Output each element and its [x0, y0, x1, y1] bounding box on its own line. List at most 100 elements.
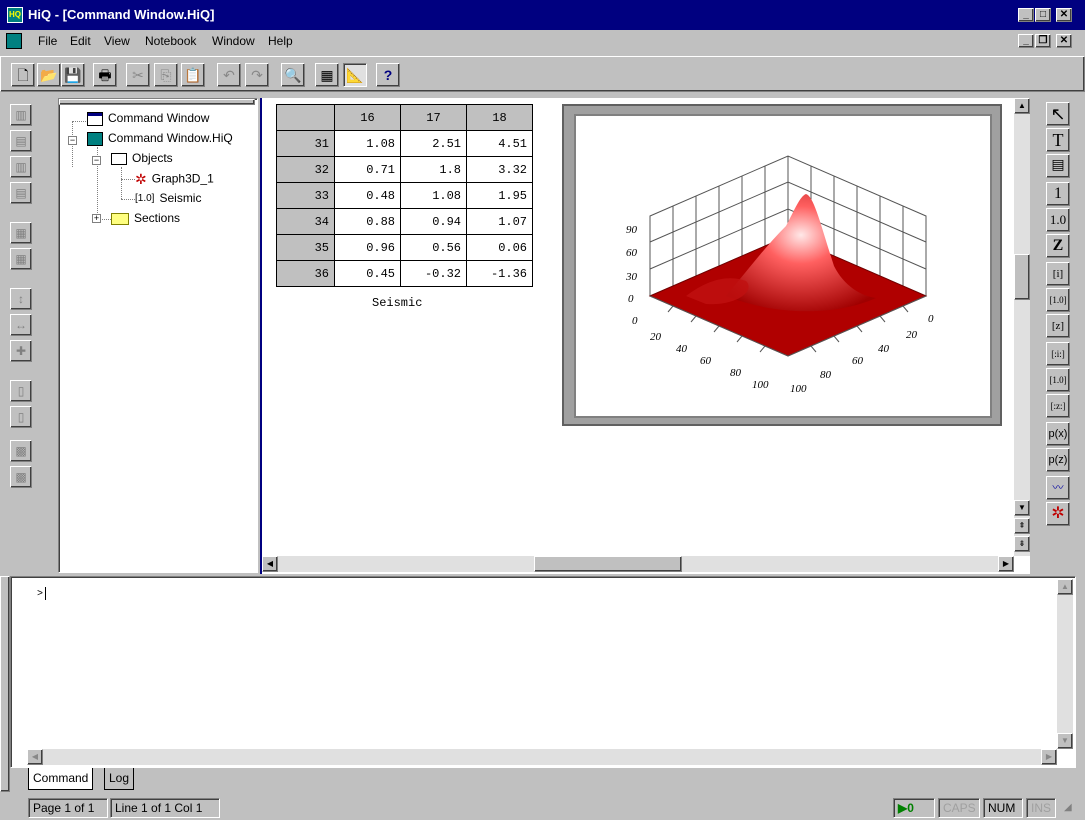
menu-notebook[interactable]: Notebook: [145, 34, 196, 48]
scroll-up-icon[interactable]: ▲: [1014, 98, 1030, 114]
command-splitter[interactable]: [0, 576, 10, 792]
textbox-icon[interactable]: ▤: [1046, 154, 1070, 178]
arrange-grid-icon[interactable]: ▩: [10, 440, 32, 462]
hscroll-thumb[interactable]: [534, 556, 682, 572]
align-right-icon[interactable]: ▥: [10, 156, 32, 178]
complex-icon[interactable]: Z: [1046, 234, 1070, 258]
table-cell[interactable]: 1.07: [466, 208, 533, 235]
tree-item-sections[interactable]: Sections: [111, 211, 180, 225]
real-matrix-icon[interactable]: [1.0]: [1046, 368, 1070, 392]
close-button[interactable]: ✕: [1056, 8, 1072, 22]
table-cell[interactable]: 0.88: [334, 208, 401, 235]
graph3d-plot-area[interactable]: 0 30 60 90 0 20 40 60 80 100 0 20 40 60 …: [574, 114, 992, 418]
paste-icon[interactable]: 📋: [181, 63, 205, 87]
command-hscrollbar[interactable]: ◀ ▶: [27, 749, 1057, 765]
table-cell[interactable]: 0.96: [334, 234, 401, 261]
table-cell[interactable]: 0.94: [400, 208, 467, 235]
minimize-button[interactable]: _: [1018, 8, 1034, 22]
same-size-icon[interactable]: ✚: [10, 340, 32, 362]
menu-help[interactable]: Help: [268, 34, 293, 48]
mdi-close-button[interactable]: ✕: [1056, 34, 1072, 48]
poly-z-icon[interactable]: p(z): [1046, 448, 1070, 472]
tab-command[interactable]: Command: [28, 768, 94, 790]
scroll-right-icon[interactable]: ▶: [998, 556, 1014, 572]
same-width-icon[interactable]: ↔: [10, 314, 32, 336]
complex-vector-icon[interactable]: [z]: [1046, 314, 1070, 338]
redo-icon[interactable]: ↷: [245, 63, 269, 87]
tab-log[interactable]: Log: [104, 768, 135, 790]
scroll-left-icon[interactable]: ◀: [27, 749, 43, 765]
text-icon[interactable]: T: [1046, 128, 1070, 152]
tree-item-graph3d[interactable]: ✲ Graph3D_1: [135, 171, 214, 188]
table-cell[interactable]: -0.32: [400, 260, 467, 287]
table-cell[interactable]: 0.48: [334, 182, 401, 209]
scroll-left-icon[interactable]: ◀: [262, 556, 278, 572]
context-help-icon[interactable]: ?: [376, 63, 400, 87]
collapse-toggle[interactable]: −: [68, 136, 77, 145]
graph2d-icon[interactable]: 〰: [1046, 476, 1070, 500]
table-cell[interactable]: 0.45: [334, 260, 401, 287]
scroll-up-icon[interactable]: ▲: [1057, 579, 1073, 595]
center-horizontal-icon[interactable]: ▦: [10, 248, 32, 270]
graph3d-icon[interactable]: ✲: [1046, 502, 1070, 526]
table-cell[interactable]: 1.8: [400, 156, 467, 183]
seismic-matrix[interactable]: 16 17 18 31 1.08 2.51 4.51 32 0.71 1.8 3…: [276, 104, 533, 287]
graph-tool-icon[interactable]: 📐: [343, 63, 367, 87]
space-vertical-icon[interactable]: ▯: [10, 380, 32, 402]
table-cell[interactable]: 0.71: [334, 156, 401, 183]
tree-splitter[interactable]: [59, 99, 255, 105]
cut-icon[interactable]: ✂: [126, 63, 150, 87]
find-icon[interactable]: 🔍: [281, 63, 305, 87]
mdi-restore-button[interactable]: ❐: [1035, 34, 1051, 48]
arrange-row-icon[interactable]: ▩: [10, 466, 32, 488]
tree-item-command-window[interactable]: Command Window: [87, 111, 209, 126]
table-cell[interactable]: -1.36: [466, 260, 533, 287]
int-matrix-icon[interactable]: [:i:]: [1046, 342, 1070, 366]
collapse-toggle[interactable]: −: [92, 156, 101, 165]
complex-matrix-icon[interactable]: [:z:]: [1046, 394, 1070, 418]
menu-edit[interactable]: Edit: [70, 34, 91, 48]
integer-icon[interactable]: 1: [1046, 182, 1070, 206]
notebook-hscrollbar[interactable]: ◀ ▶: [262, 556, 1014, 572]
table-cell[interactable]: 4.51: [466, 130, 533, 157]
command-prompt[interactable]: >: [37, 587, 47, 600]
menu-view[interactable]: View: [104, 34, 130, 48]
table-cell[interactable]: 2.51: [400, 130, 467, 157]
command-vscrollbar[interactable]: ▲ ▼: [1057, 579, 1073, 749]
save-icon[interactable]: 💾: [61, 63, 85, 87]
graph3d-object[interactable]: 0 30 60 90 0 20 40 60 80 100 0 20 40 60 …: [562, 104, 1002, 426]
print-icon[interactable]: 🖶: [93, 63, 117, 87]
copy-icon[interactable]: ⎘: [154, 63, 178, 87]
page-up-icon[interactable]: ⇞: [1014, 518, 1030, 534]
table-cell[interactable]: 0.56: [400, 234, 467, 261]
notebook-canvas[interactable]: 16 17 18 31 1.08 2.51 4.51 32 0.71 1.8 3…: [260, 98, 1030, 574]
title-bar[interactable]: HQ HiQ - [Command Window.HiQ] _ □ ✕: [0, 0, 1085, 30]
poly-x-icon[interactable]: p(x): [1046, 422, 1070, 446]
new-document-icon[interactable]: 🗋: [11, 63, 35, 87]
scroll-down-icon[interactable]: ▼: [1057, 733, 1073, 749]
expand-toggle[interactable]: +: [92, 214, 101, 223]
app-icon[interactable]: HQ: [7, 7, 23, 23]
mdi-minimize-button[interactable]: _: [1018, 34, 1034, 48]
maximize-button[interactable]: □: [1035, 8, 1051, 22]
scroll-down-icon[interactable]: ▼: [1014, 500, 1030, 516]
notebook-vscrollbar[interactable]: ▲ ▼ ⇞ ⇟: [1014, 98, 1030, 556]
tree-item-seismic[interactable]: [1.0] Seismic: [135, 191, 201, 205]
calculator-icon[interactable]: ▦: [315, 63, 339, 87]
align-top-icon[interactable]: ▥: [10, 104, 32, 126]
space-horizontal-icon[interactable]: ▯: [10, 406, 32, 428]
align-bottom-icon[interactable]: ▤: [10, 182, 32, 204]
document-icon[interactable]: [6, 33, 22, 49]
command-window[interactable]: > ▲ ▼ ◀ ▶: [10, 576, 1076, 768]
table-cell[interactable]: 1.08: [334, 130, 401, 157]
tree-item-command-window-hiq[interactable]: Command Window.HiQ: [87, 131, 233, 146]
table-cell[interactable]: 0.06: [466, 234, 533, 261]
page-down-icon[interactable]: ⇟: [1014, 536, 1030, 552]
same-height-icon[interactable]: ↕: [10, 288, 32, 310]
resize-grip-icon[interactable]: ◢: [1064, 802, 1078, 816]
undo-icon[interactable]: ↶: [217, 63, 241, 87]
scroll-right-icon[interactable]: ▶: [1041, 749, 1057, 765]
int-vector-icon[interactable]: [i]: [1046, 262, 1070, 286]
open-folder-icon[interactable]: 📂: [37, 63, 61, 87]
tree-item-objects[interactable]: Objects: [111, 151, 173, 165]
